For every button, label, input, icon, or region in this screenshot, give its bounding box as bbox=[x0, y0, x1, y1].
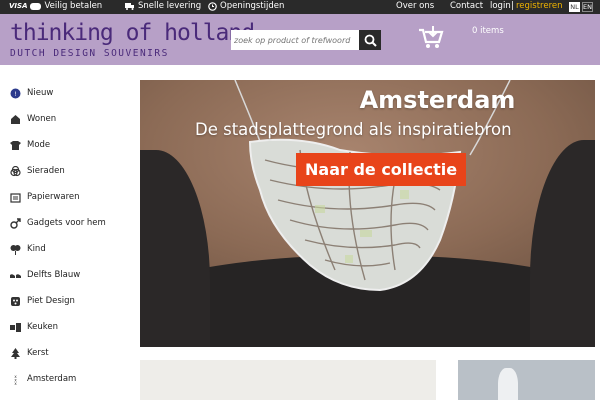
product-tile[interactable] bbox=[140, 360, 436, 400]
contact-link[interactable]: Contact bbox=[450, 1, 483, 11]
sidebar-item-delfts-blauw[interactable]: Delfts Blauw bbox=[10, 267, 80, 283]
shirt-icon bbox=[10, 140, 21, 150]
separator: | bbox=[511, 1, 514, 11]
search-icon bbox=[364, 34, 377, 47]
top-bar: VISA Veilig betalen Snelle levering Open… bbox=[0, 0, 600, 14]
sidebar-item-keuken[interactable]: Keuken bbox=[10, 319, 58, 335]
sidebar-item-kerst[interactable]: Kerst bbox=[10, 345, 49, 361]
sidebar-item-gadgets[interactable]: Gadgets voor hem bbox=[10, 215, 106, 231]
sidebar-item-label: Piet Design bbox=[27, 296, 75, 306]
opening-hours-label: Openingstijden bbox=[220, 1, 285, 11]
svg-text:!: ! bbox=[14, 91, 16, 98]
sidebar-item-amsterdam[interactable]: xxx Amsterdam bbox=[10, 371, 76, 387]
hero-subtitle: De stadsplattegrond als inspiratiebron bbox=[195, 120, 512, 139]
sidebar-item-label: Wonen bbox=[27, 114, 57, 124]
rings-icon bbox=[10, 165, 21, 176]
product-tile[interactable] bbox=[458, 360, 595, 400]
sidebar-item-wonen[interactable]: Wonen bbox=[10, 111, 56, 127]
sidebar-item-sieraden[interactable]: Sieraden bbox=[10, 163, 65, 179]
svg-text:x: x bbox=[14, 381, 17, 385]
sidebar-item-label: Gadgets voor hem bbox=[27, 218, 106, 228]
login-link[interactable]: login bbox=[490, 1, 511, 11]
sidebar-item-piet-design[interactable]: Piet Design bbox=[10, 293, 75, 309]
about-label: Over ons bbox=[396, 1, 435, 11]
sidebar-item-kind[interactable]: Kind bbox=[10, 241, 46, 257]
truck-icon bbox=[125, 3, 134, 10]
logo-tagline: DUTCH DESIGN SOUVENIRS bbox=[10, 48, 169, 59]
sidebar-item-label: Mode bbox=[27, 140, 51, 150]
login-label: login bbox=[490, 1, 511, 11]
tree-icon bbox=[11, 347, 20, 359]
sidebar-item-label: Papierwaren bbox=[27, 192, 80, 202]
opening-hours-link[interactable]: Openingstijden bbox=[208, 1, 284, 11]
logo[interactable]: thinking of holland bbox=[10, 20, 255, 46]
sidebar-item-papierwaren[interactable]: Papierwaren bbox=[10, 189, 80, 205]
sidebar-item-label: Kerst bbox=[27, 348, 49, 358]
sidebar-item-mode[interactable]: Mode bbox=[10, 137, 50, 153]
sidebar-item-label: Keuken bbox=[27, 322, 59, 332]
fast-delivery-label: Snelle levering bbox=[138, 1, 202, 11]
register-label: registreren bbox=[516, 1, 563, 11]
sidebar-item-nieuw[interactable]: ! Nieuw bbox=[10, 85, 53, 101]
vase-image bbox=[498, 368, 518, 400]
new-icon: ! bbox=[10, 88, 21, 98]
secure-payment: VISA Veilig betalen bbox=[9, 1, 102, 11]
search-input[interactable] bbox=[231, 30, 359, 50]
cart-count[interactable]: 0 items bbox=[472, 26, 504, 36]
sidebar-item-label: Delfts Blauw bbox=[27, 270, 81, 280]
collection-button[interactable]: Naar de collectie bbox=[296, 153, 467, 186]
piet-icon bbox=[11, 296, 20, 306]
balloons-icon bbox=[10, 244, 21, 255]
paper-icon bbox=[10, 192, 21, 203]
sidebar-item-label: Amsterdam bbox=[27, 374, 77, 384]
fast-delivery: Snelle levering bbox=[125, 1, 201, 11]
clogs-icon bbox=[10, 273, 21, 278]
separator-label: | bbox=[511, 1, 514, 11]
hero-banner[interactable]: Amsterdam De stadsplattegrond als inspir… bbox=[140, 80, 595, 347]
lang-nl-button[interactable]: NL bbox=[569, 2, 580, 12]
secure-pay-label: Veilig betalen bbox=[44, 1, 103, 11]
house-icon bbox=[11, 114, 20, 124]
card-icon bbox=[30, 2, 42, 10]
xxx-icon: xxx bbox=[14, 374, 17, 385]
clock-icon bbox=[208, 1, 217, 11]
visa-badge: VISA bbox=[9, 2, 28, 10]
search-button[interactable] bbox=[359, 30, 381, 50]
cart-icon[interactable] bbox=[418, 24, 444, 50]
contact-label: Contact bbox=[450, 1, 484, 11]
male-icon bbox=[10, 217, 21, 229]
lang-en-button[interactable]: EN bbox=[582, 2, 593, 12]
about-link[interactable]: Over ons bbox=[396, 1, 434, 11]
sidebar-item-label: Sieraden bbox=[27, 166, 65, 176]
sidebar-item-label: Nieuw bbox=[27, 88, 54, 98]
header: thinking of holland DUTCH DESIGN SOUVENI… bbox=[0, 14, 600, 65]
kitchen-icon bbox=[10, 322, 21, 332]
sidebar-item-label: Kind bbox=[27, 244, 46, 254]
hero-title: Amsterdam bbox=[359, 86, 516, 114]
register-link[interactable]: registreren bbox=[516, 1, 563, 11]
